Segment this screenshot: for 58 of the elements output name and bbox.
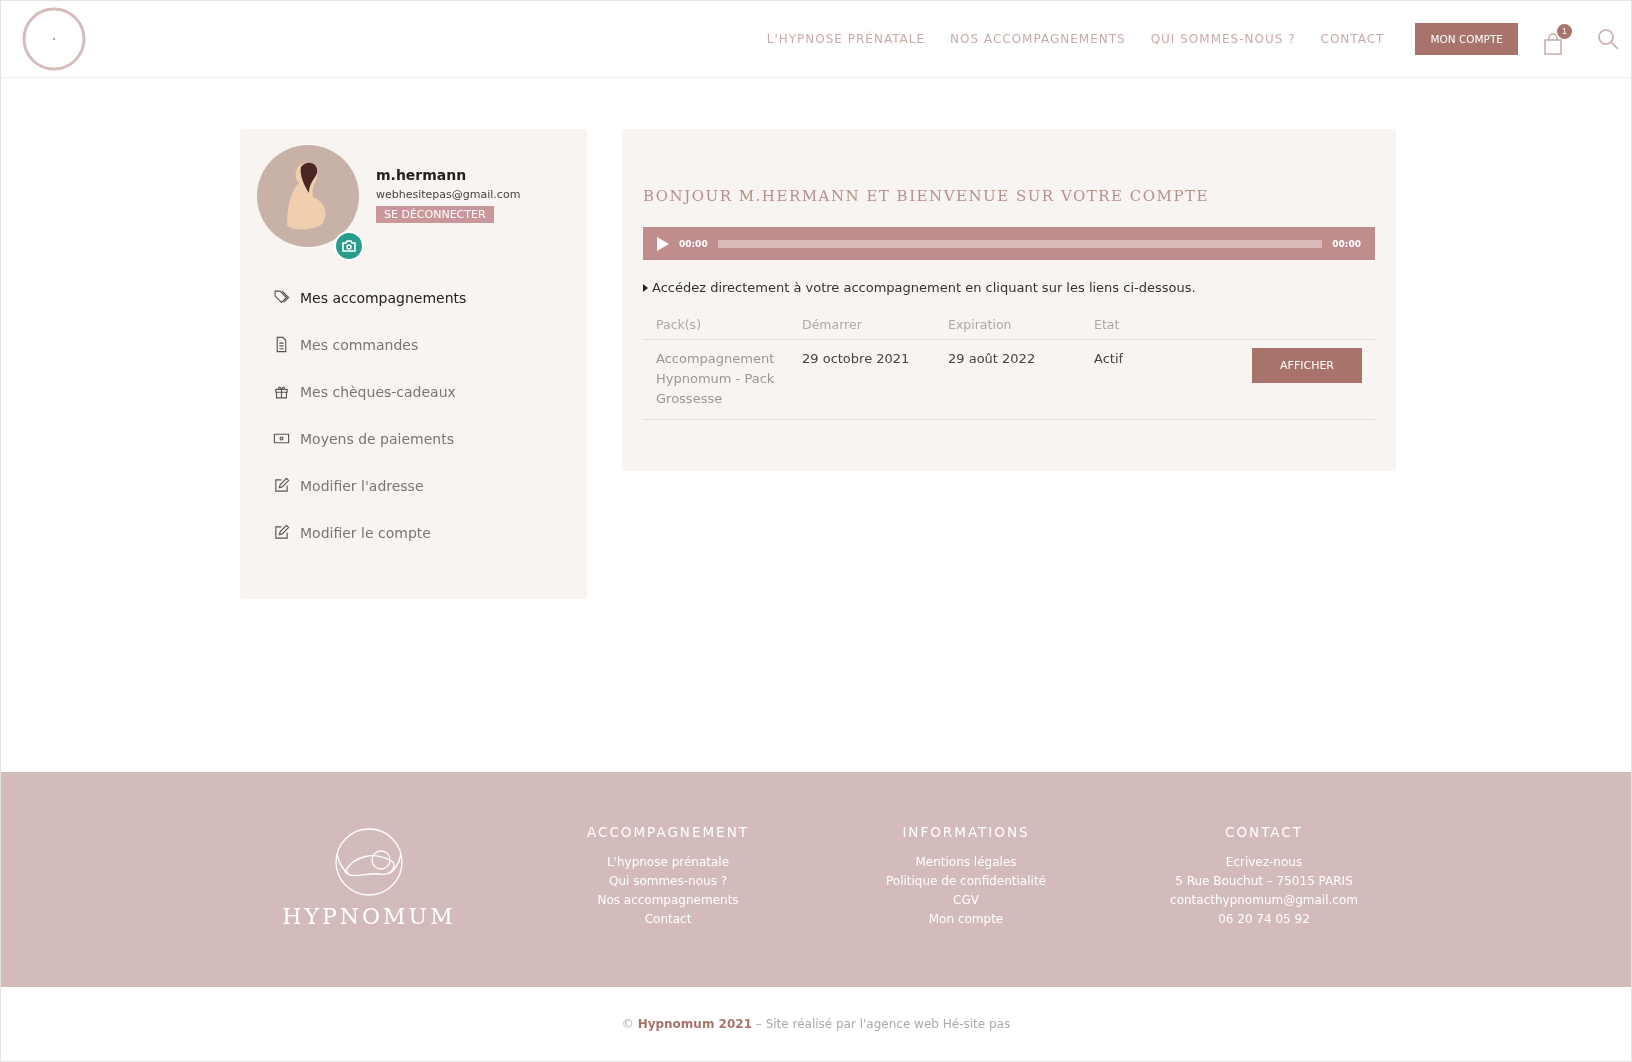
intro-text: Accédez directement à votre accompagnement en cliquant sur les liens ci-dessous. bbox=[652, 280, 1196, 295]
view-button[interactable]: AFFICHER bbox=[1252, 348, 1362, 383]
current-time: 00:00 bbox=[679, 238, 708, 249]
footer-link[interactable]: Politique de confidentialité bbox=[886, 874, 1046, 888]
woman-silhouette-drawing bbox=[287, 162, 326, 230]
camera-icon bbox=[342, 240, 356, 252]
table-cell-text: Actif bbox=[1094, 350, 1124, 368]
edit-icon bbox=[273, 524, 290, 541]
user-email: webhesitepas@gmail.com bbox=[376, 188, 521, 201]
footer-link[interactable]: 5 Rue Bouchut – 75015 PARIS bbox=[1175, 874, 1353, 888]
footer-link[interactable]: CGV bbox=[953, 893, 979, 907]
footer-logo-text: HYPNOMUM bbox=[282, 904, 456, 929]
footer-link[interactable]: Nos accompagnements bbox=[597, 893, 739, 907]
table-cell-text: 29 octobre 2021 bbox=[802, 350, 911, 368]
footer-link[interactable]: L'hypnose prénatale bbox=[606, 855, 730, 869]
sidebar-menu-item[interactable]: Mes accompagnements bbox=[273, 289, 587, 306]
sidebar-menu-item[interactable]: Modifier l'adresse bbox=[273, 477, 587, 494]
footer-link[interactable]: Mon compte bbox=[928, 912, 1004, 926]
nav-link[interactable]: QUI SOMMES-NOUS ? bbox=[1150, 32, 1296, 46]
camera-button[interactable] bbox=[334, 231, 364, 261]
table-cell-text: Accompagnement Hypnomum - Pack Grossesse bbox=[656, 350, 776, 408]
logout-button[interactable]: SE DÉCONNECTER bbox=[376, 206, 494, 223]
tag-icon bbox=[273, 289, 290, 306]
search-icon[interactable] bbox=[1597, 28, 1619, 50]
column-header: Démarrer bbox=[802, 316, 863, 334]
column-header: Pack(s) bbox=[656, 316, 702, 334]
nav-link[interactable]: L'HYPNOSE PRÉNATALE bbox=[766, 32, 926, 46]
sidebar-menu-item[interactable]: Moyens de paiements bbox=[273, 430, 587, 447]
account-button[interactable]: MON COMPTE bbox=[1415, 23, 1518, 55]
caret-icon bbox=[643, 283, 648, 292]
nav-link[interactable]: CONTACT bbox=[1320, 32, 1385, 46]
duration-time: 00:00 bbox=[1332, 238, 1361, 249]
play-icon[interactable] bbox=[657, 236, 669, 251]
footer-heading: CONTACT bbox=[1225, 824, 1303, 840]
table-cell-text: 29 août 2022 bbox=[948, 350, 1037, 368]
footer-link[interactable]: contacthypnomum@gmail.com bbox=[1170, 893, 1358, 907]
sidebar-menu-item[interactable]: Mes commandes bbox=[273, 336, 587, 353]
column-header: Expiration bbox=[948, 316, 1013, 334]
copyright-text: © Hypnomum 2021 – Site réalisé par l'agence web Hé-site pas bbox=[621, 1017, 1011, 1031]
footer-link[interactable]: Mentions légales bbox=[915, 855, 1017, 869]
welcome-heading: BONJOUR M.HERMANN ET BIENVENUE SUR VOTRE COMPTE bbox=[643, 187, 1210, 205]
footer-link[interactable]: 06 20 74 05 92 bbox=[1218, 912, 1310, 926]
logo-icon[interactable] bbox=[21, 7, 87, 71]
nav-link[interactable]: NOS ACCOMPAGNEMENTS bbox=[950, 32, 1126, 46]
footer-link[interactable]: Contact bbox=[644, 912, 692, 926]
column-header: Etat bbox=[1094, 316, 1121, 334]
footer-link[interactable]: Qui sommes-nous ? bbox=[608, 874, 728, 888]
sidebar-menu-item[interactable]: Modifier le compte bbox=[273, 524, 587, 541]
footer-link[interactable]: Ecrivez-nous bbox=[1225, 855, 1303, 869]
sidebar-menu-item[interactable]: Mes chèques-cadeaux bbox=[273, 383, 587, 400]
cart-button[interactable]: 1 bbox=[1543, 23, 1572, 55]
footer-heading: INFORMATIONS bbox=[902, 824, 1030, 840]
edit-icon bbox=[273, 477, 290, 494]
username: m.hermann bbox=[376, 167, 467, 183]
footer-heading: ACCOMPAGNEMENT bbox=[587, 824, 749, 840]
shopping-bag-icon bbox=[1543, 32, 1563, 55]
cart-count-badge: 1 bbox=[1557, 23, 1572, 39]
audio-progress-track[interactable] bbox=[717, 239, 1323, 248]
